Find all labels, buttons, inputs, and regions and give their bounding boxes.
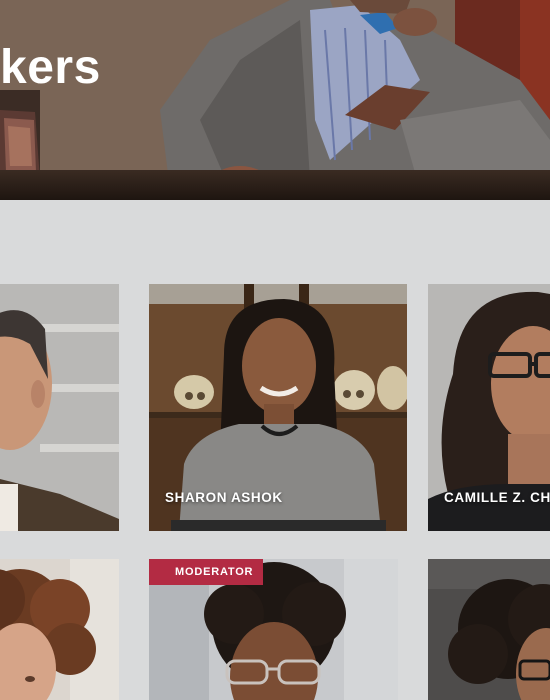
speaker-card[interactable] bbox=[0, 284, 119, 531]
hero-banner: kers bbox=[0, 0, 550, 200]
speaker-name: CAMILLE Z. CH bbox=[444, 490, 550, 505]
speaker-name: SHARON ASHOK bbox=[165, 490, 283, 505]
speaker-card[interactable] bbox=[0, 559, 119, 700]
speaker-card[interactable]: CAMILLE Z. CH bbox=[428, 284, 550, 531]
speaker-card[interactable]: SHARON ASHOK bbox=[149, 284, 407, 531]
speaker-card[interactable] bbox=[428, 559, 550, 700]
speaker-card[interactable]: MODERATOR bbox=[149, 559, 398, 700]
moderator-badge: MODERATOR bbox=[149, 559, 264, 585]
speaker-photo bbox=[0, 559, 119, 700]
hero-title: kers bbox=[0, 41, 101, 94]
speaker-photo bbox=[0, 284, 119, 531]
hero-floor-shadow bbox=[0, 170, 550, 200]
speaker-photo bbox=[428, 559, 550, 700]
